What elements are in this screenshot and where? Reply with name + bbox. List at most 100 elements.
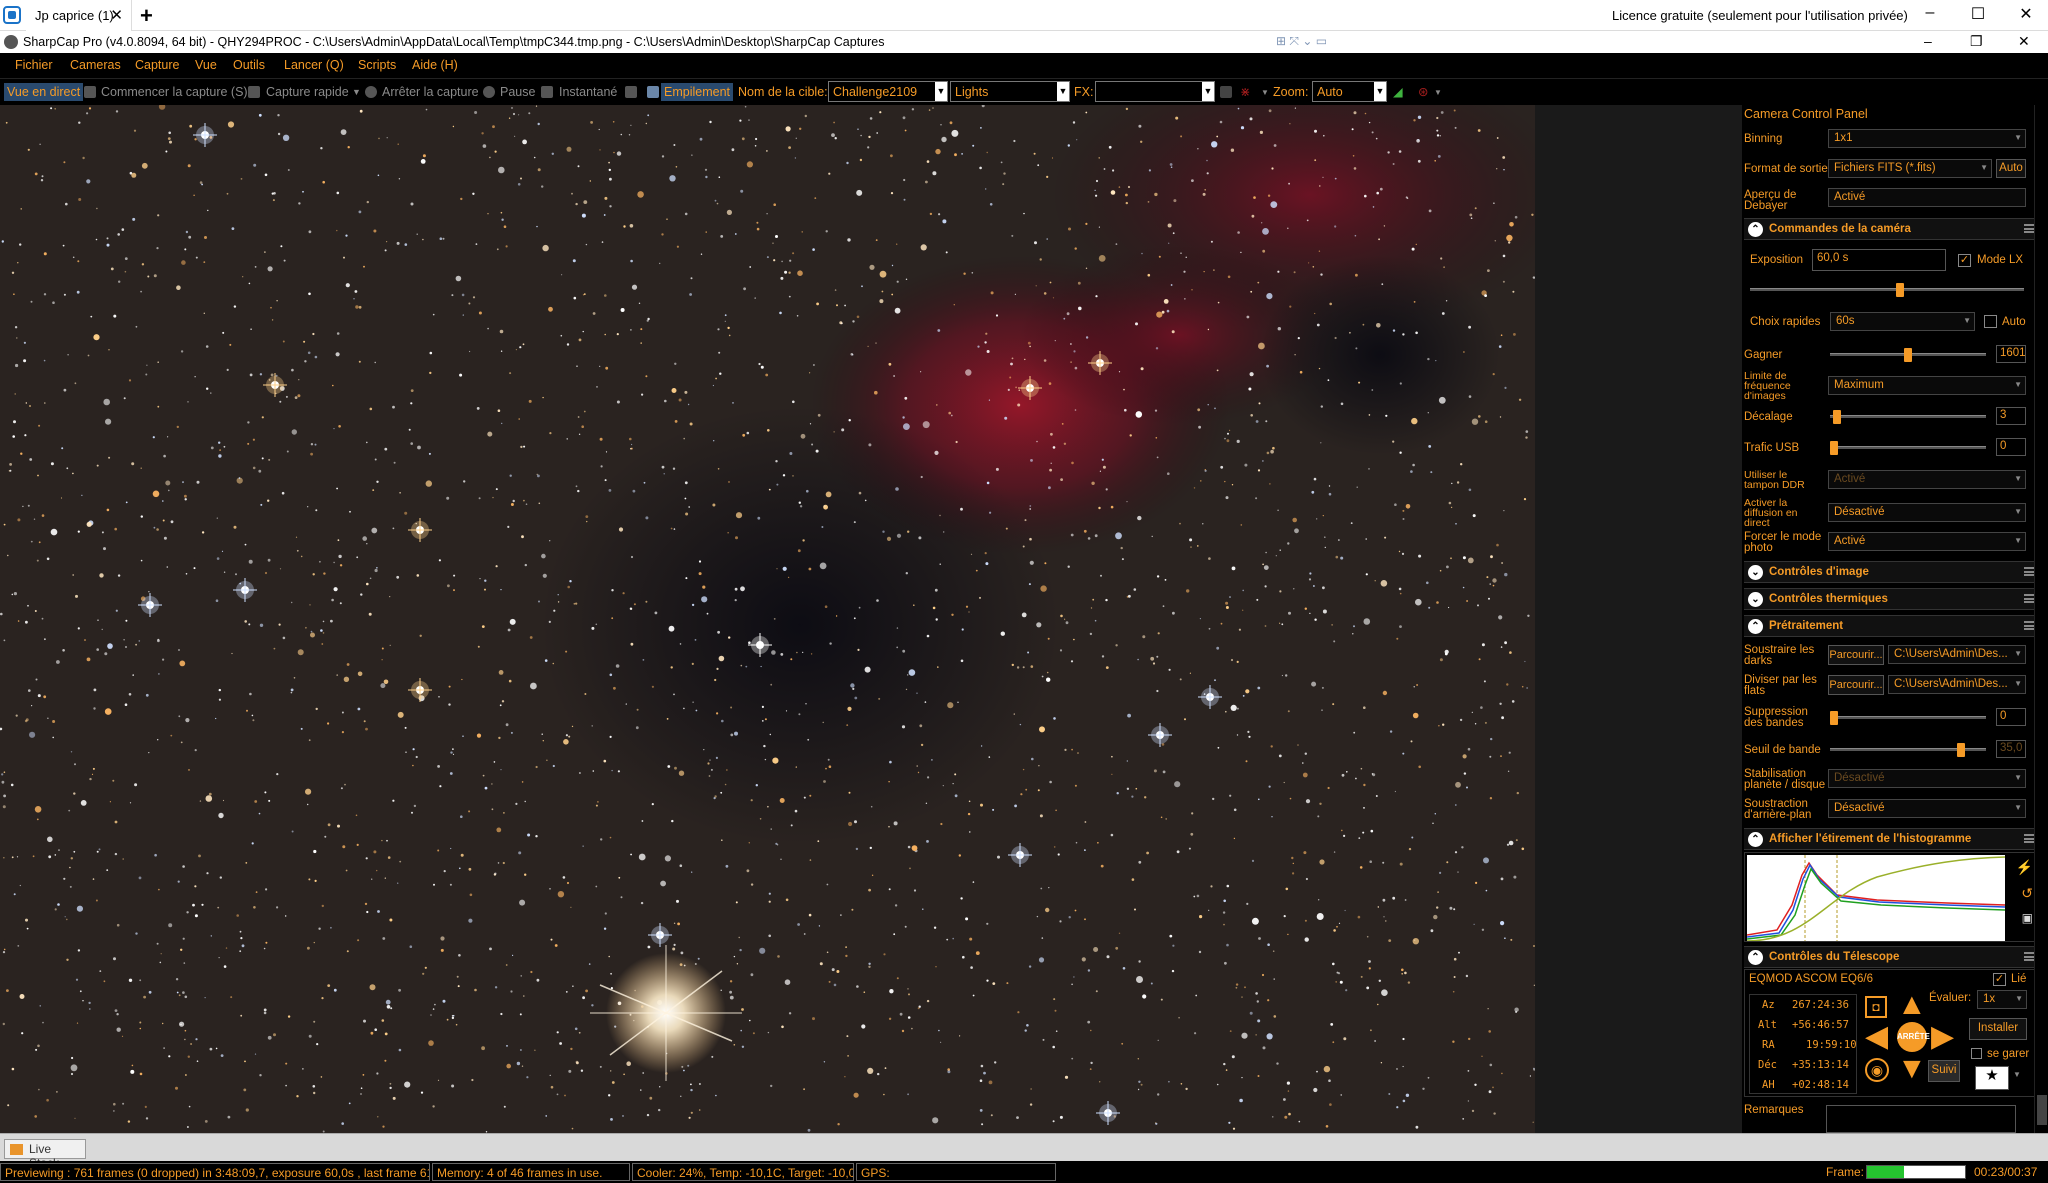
menu-outils[interactable]: Outils (233, 58, 265, 72)
start-capture-button[interactable]: Commencer la capture (S) (101, 85, 248, 99)
camera-controls-section[interactable]: ⌃ Commandes de la caméra (1744, 218, 2040, 240)
chevron-up-icon[interactable]: ⌃ (1748, 619, 1763, 634)
scrollbar-thumb[interactable] (2037, 1095, 2047, 1125)
image-viewer[interactable] (0, 105, 1745, 1133)
band-threshold-input[interactable]: 35,0 (1996, 740, 2026, 758)
offset-slider[interactable] (1830, 410, 1986, 424)
remote-tab[interactable]: Jp caprice (1) ✕ (26, 0, 132, 31)
exposure-input[interactable]: 60,0 s (1812, 249, 1946, 271)
park-checkbox[interactable] (1971, 1048, 1982, 1059)
output-format-select[interactable]: Fichiers FITS (*.fits) ▼ (1828, 159, 1992, 178)
binning-select[interactable]: 1x1 ▼ (1828, 129, 2026, 148)
flats-path-select[interactable]: C:\Users\Admin\Des... ▼ (1888, 675, 2026, 694)
goto-icon[interactable]: ◘ (1865, 996, 1887, 1018)
focus-icon[interactable]: ⊛ (1418, 84, 1428, 99)
ddr-buffer-select[interactable]: Activé ▼ (1828, 470, 2026, 489)
usb-traffic-input[interactable]: 0 (1996, 438, 2026, 456)
quick-capture-button[interactable]: Capture rapide (266, 85, 349, 99)
tracking-button[interactable]: Suivi (1928, 1060, 1960, 1082)
minimize-icon[interactable]: – (1920, 4, 1940, 22)
panel-scrollbar[interactable] (2034, 105, 2048, 1133)
arrow-up-icon[interactable]: ▲ (1897, 990, 1927, 1020)
darks-path-select[interactable]: C:\Users\Admin\Des... ▼ (1888, 645, 2026, 664)
band-threshold-slider[interactable] (1830, 743, 1986, 757)
app-minimize-icon[interactable]: – (1924, 33, 1932, 49)
menu-vue[interactable]: Vue (195, 58, 217, 72)
gain-slider-thumb[interactable] (1904, 348, 1912, 362)
chevron-up-icon[interactable]: ⌃ (1748, 950, 1763, 965)
frame-type-combo[interactable]: Lights ▼ (950, 81, 1070, 102)
close-tab-icon[interactable]: ✕ (110, 6, 123, 24)
banding-input[interactable]: 0 (1996, 708, 2026, 726)
histogram-section[interactable]: ⌃ Afficher l'étirement de l'histogramme (1744, 828, 2040, 850)
band-threshold-slider-thumb[interactable] (1957, 743, 1965, 757)
chevron-down-icon[interactable]: ▼ (352, 87, 361, 97)
stop-mount-button[interactable]: ARRÊTE (1897, 1022, 1930, 1052)
menu-cameras[interactable]: Cameras (70, 58, 121, 72)
maximize-icon[interactable]: ☐ (1968, 4, 1988, 24)
quick-auto-checkbox[interactable] (1984, 315, 1997, 328)
histogram-chart[interactable] (1747, 855, 2005, 941)
chevron-up-icon[interactable]: ⌃ (1748, 832, 1763, 847)
stabilize-select[interactable]: Désactivé ▼ (1828, 769, 2026, 788)
lx-mode-checkbox[interactable]: ✓ (1958, 254, 1971, 267)
rate-select[interactable]: 1x ▼ (1977, 990, 2027, 1009)
chevron-down-icon[interactable]: ⌄ (1748, 565, 1763, 580)
reset-icon[interactable]: ↺ (2021, 885, 2033, 902)
reticle-icon[interactable]: ⋇ (1240, 84, 1250, 99)
remote-controls-icon[interactable]: ⊞ ⤧ ⌄ ▭ (1276, 34, 1327, 49)
arrow-right-icon[interactable]: ▶ (1931, 1022, 1954, 1052)
install-button[interactable]: Installer (1969, 1018, 2027, 1040)
photo-mode-select[interactable]: Activé ▼ (1828, 532, 2026, 551)
usb-traffic-slider-thumb[interactable] (1830, 441, 1838, 455)
arrow-left-icon[interactable]: ◀ (1865, 1022, 1888, 1052)
snapshot-button[interactable]: Instantané (559, 85, 617, 99)
app-restore-icon[interactable]: ❐ (1970, 33, 1983, 50)
menu-lancer[interactable]: Lancer (Q) (284, 58, 344, 72)
stacking-button[interactable]: Empilement (661, 83, 733, 101)
pause-button[interactable]: Pause (500, 85, 535, 99)
save-icon[interactable]: ▣ (2022, 911, 2033, 925)
chevron-up-icon[interactable]: ⌃ (1748, 222, 1763, 237)
target-name-combo[interactable]: Challenge2109 ▼ (828, 81, 948, 102)
menu-fichier[interactable]: Fichier (15, 58, 53, 72)
notes-input[interactable] (1826, 1105, 2016, 1133)
banding-slider[interactable] (1830, 711, 1986, 725)
image-controls-section[interactable]: ⌄ Contrôles d'image (1744, 561, 2040, 583)
star-icon[interactable]: ★ (1975, 1066, 2009, 1090)
darks-browse-button[interactable]: Parcourir... (1828, 645, 1884, 665)
fx-settings-icon[interactable] (1220, 86, 1232, 98)
gain-input[interactable]: 1601 (1996, 345, 2026, 363)
auto-stretch-icon[interactable]: ⚡ (2016, 859, 2033, 876)
output-auto-button[interactable]: Auto (1996, 159, 2026, 178)
menu-aide[interactable]: Aide (H) (412, 58, 458, 72)
fx-combo[interactable]: ▼ (1095, 81, 1215, 102)
banding-slider-thumb[interactable] (1830, 711, 1838, 725)
flats-browse-button[interactable]: Parcourir... (1828, 675, 1884, 695)
thermal-controls-section[interactable]: ⌄ Contrôles thermiques (1744, 588, 2040, 610)
broadcast-select[interactable]: Désactivé ▼ (1828, 503, 2026, 522)
arrow-down-icon[interactable]: ▼ (1897, 1054, 1927, 1084)
live-view-button[interactable]: Vue en direct (4, 83, 84, 101)
background-select[interactable]: Désactivé ▼ (1828, 799, 2026, 818)
chevron-down-icon[interactable]: ▼ (1434, 88, 1442, 97)
close-window-icon[interactable]: ✕ (2016, 4, 2036, 24)
chevron-down-icon[interactable]: ▼ (1261, 88, 1269, 97)
menu-scripts[interactable]: Scripts (358, 58, 396, 72)
telescope-section[interactable]: ⌃ Contrôles du Télescope (1744, 946, 2040, 968)
histogram-icon[interactable]: ◢ (1393, 84, 1403, 99)
exposure-slider-thumb[interactable] (1896, 283, 1904, 297)
offset-slider-thumb[interactable] (1833, 410, 1841, 424)
home-icon[interactable]: ◉ (1865, 1058, 1889, 1082)
live-stack-tab[interactable]: Live Stack (4, 1139, 86, 1170)
usb-traffic-slider[interactable] (1830, 441, 1986, 455)
debayer-select[interactable]: Activé (1828, 188, 2026, 207)
framerate-select[interactable]: Maximum ▼ (1828, 376, 2026, 395)
stop-capture-button[interactable]: Arrêter la capture (382, 85, 479, 99)
preprocessing-section[interactable]: ⌃ Prétraitement (1744, 615, 2040, 637)
menu-capture[interactable]: Capture (135, 58, 179, 72)
gain-slider[interactable] (1830, 348, 1986, 362)
quick-select-combo[interactable]: 60s ▼ (1830, 312, 1975, 331)
app-close-icon[interactable]: ✕ (2018, 33, 2030, 50)
linked-checkbox[interactable]: ✓ (1993, 973, 2006, 986)
